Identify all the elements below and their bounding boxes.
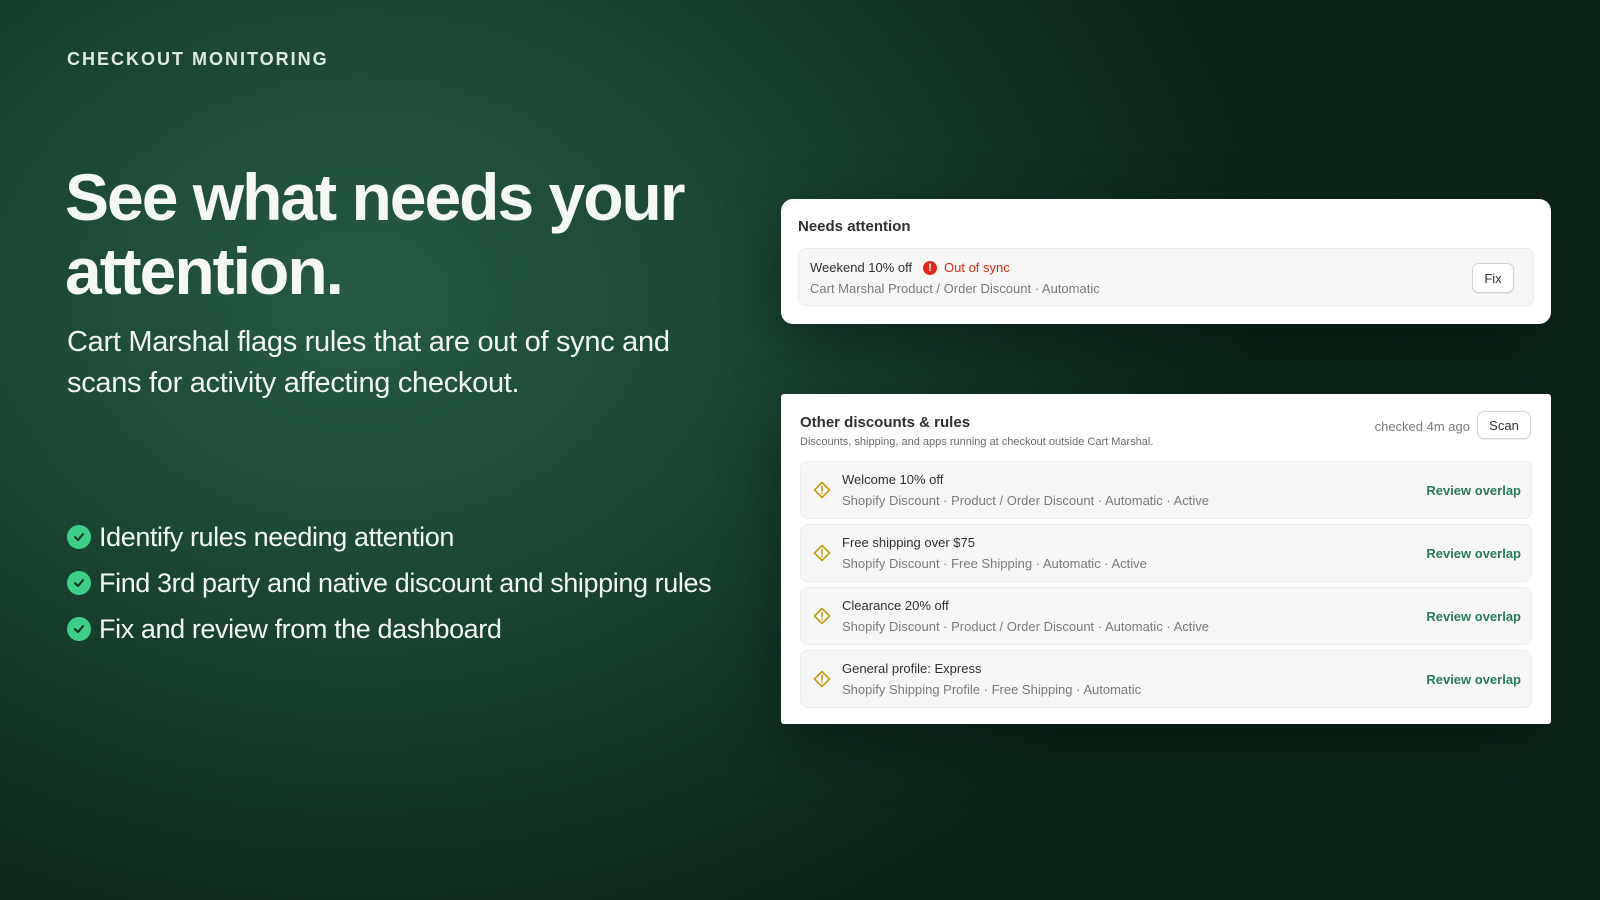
list-item: Clearance 20% off Shopify Discount · Pro…	[800, 587, 1532, 645]
page-subhead: Cart Marshal flags rules that are out of…	[67, 326, 670, 399]
feature-text: Fix and review from the dashboard	[99, 613, 502, 644]
error-icon: !	[923, 260, 937, 275]
status-text: Out of sync	[944, 260, 1010, 275]
list-item: Welcome 10% off Shopify Discount · Produ…	[800, 461, 1532, 519]
fix-button[interactable]: Fix	[1472, 263, 1514, 293]
other-rules-description: Discounts, shipping, and apps running at…	[800, 436, 1154, 448]
rule-name: Free shipping over $75	[842, 535, 975, 550]
needs-attention-title: Needs attention	[798, 218, 911, 235]
rule-name: General profile: Express	[842, 661, 982, 676]
review-overlap-link[interactable]: Review overlap	[1426, 483, 1521, 498]
last-checked-text: checked 4m ago	[1374, 419, 1470, 434]
rule-name: Weekend 10% off	[810, 260, 913, 275]
page-headline: See what needs your attention.	[65, 160, 686, 308]
feature-list: Identify rules needing attention Find 3r…	[67, 514, 712, 652]
rule-name: Welcome 10% off	[842, 472, 944, 487]
check-circle-icon	[67, 525, 91, 549]
warning-diamond-icon	[813, 607, 831, 625]
review-overlap-link[interactable]: Review overlap	[1426, 546, 1521, 561]
rule-meta: Shopify Shipping Profile · Free Shipping…	[842, 682, 1142, 697]
eyebrow-label: CHECKOUT MONITORING	[67, 49, 329, 69]
feature-item: Fix and review from the dashboard	[67, 606, 711, 652]
rule-meta: Shopify Discount · Free Shipping · Autom…	[842, 556, 1147, 571]
check-circle-icon	[67, 571, 91, 595]
warning-diamond-icon	[813, 544, 831, 562]
check-circle-icon	[67, 617, 91, 641]
other-rules-card: Other discounts & rules Discounts, shipp…	[781, 394, 1551, 724]
warning-diamond-icon	[813, 670, 831, 688]
feature-item: Find 3rd party and native discount and s…	[67, 560, 712, 606]
rule-meta: Shopify Discount · Product / Order Disco…	[842, 619, 1210, 634]
list-item: Free shipping over $75 Shopify Discount …	[800, 524, 1532, 582]
other-rules-title: Other discounts & rules	[800, 414, 971, 431]
rule-meta: Cart Marshal Product / Order Discount · …	[810, 281, 1100, 296]
needs-attention-card: Needs attention Weekend 10% off ! Out of…	[781, 199, 1551, 324]
status-badge: ! Out of sync	[923, 260, 1010, 275]
warning-diamond-icon	[813, 481, 831, 499]
review-overlap-link[interactable]: Review overlap	[1426, 672, 1521, 687]
feature-text: Identify rules needing attention	[99, 521, 454, 552]
attention-row: Weekend 10% off ! Out of sync Cart Marsh…	[798, 248, 1534, 306]
feature-item: Identify rules needing attention	[67, 514, 711, 560]
rule-name: Clearance 20% off	[842, 598, 949, 613]
list-item: General profile: Express Shopify Shippin…	[800, 650, 1532, 708]
feature-text: Find 3rd party and native discount and s…	[99, 567, 712, 598]
scan-button[interactable]: Scan	[1477, 411, 1531, 439]
review-overlap-link[interactable]: Review overlap	[1426, 609, 1521, 624]
rule-meta: Shopify Discount · Product / Order Disco…	[842, 493, 1210, 508]
